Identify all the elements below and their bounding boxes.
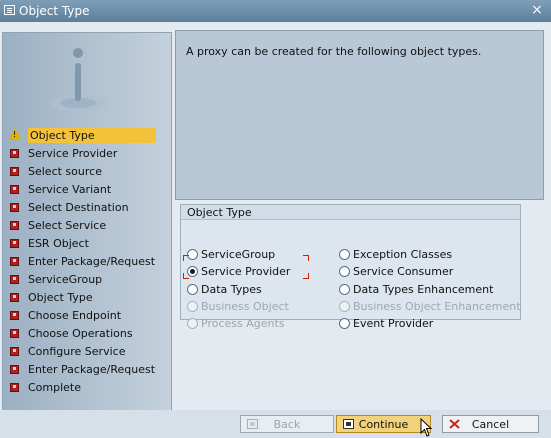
cancel-button-label: Cancel xyxy=(471,418,510,431)
sidebar-step-object-type-2[interactable]: Object Type xyxy=(7,289,157,306)
pending-step-icon xyxy=(10,329,19,338)
pending-step-icon xyxy=(10,365,19,374)
wizard-steps-sidebar: Object Type Service Provider Select sour… xyxy=(2,32,172,420)
radio-label: Process Agents xyxy=(201,317,285,330)
pending-step-icon xyxy=(10,185,19,194)
sidebar-step-configure-service[interactable]: Configure Service xyxy=(7,343,157,360)
pending-step-icon xyxy=(10,293,19,302)
sidebar-step-select-destination[interactable]: Select Destination xyxy=(7,199,157,216)
back-button[interactable]: Back xyxy=(240,415,334,433)
focus-indicator xyxy=(183,255,309,279)
continue-button-label: Continue xyxy=(358,418,409,431)
dialog-icon xyxy=(4,5,15,15)
radio-button[interactable] xyxy=(187,284,198,295)
cancel-button[interactable]: Cancel xyxy=(442,415,539,433)
continue-button[interactable]: Continue xyxy=(336,415,431,433)
radio-button[interactable] xyxy=(339,284,350,295)
sidebar-step-label: Service Variant xyxy=(28,183,112,196)
sidebar-step-label: Enter Package/Request xyxy=(28,255,156,268)
mouse-cursor-icon xyxy=(420,418,433,437)
info-panel: A proxy can be created for the following… xyxy=(175,30,544,200)
button-bar: Back Continue Cancel xyxy=(0,410,551,438)
sidebar-step-choose-operations[interactable]: Choose Operations xyxy=(7,325,157,342)
water-drop-illustration xyxy=(50,48,106,111)
radio-button-disabled xyxy=(187,301,198,312)
pending-step-icon xyxy=(10,203,19,212)
sidebar-step-servicegroup[interactable]: ServiceGroup xyxy=(7,271,157,288)
sidebar-step-object-type[interactable]: Object Type xyxy=(7,127,157,144)
dialog-body: Object Type Service Provider Select sour… xyxy=(0,22,551,438)
radio-button-disabled xyxy=(339,301,350,312)
pending-step-icon xyxy=(10,383,19,392)
sidebar-step-label: Object Type xyxy=(28,291,93,304)
sidebar-step-label: Service Provider xyxy=(28,147,118,160)
sidebar-step-label: ServiceGroup xyxy=(28,273,103,286)
sidebar-step-label: Select source xyxy=(28,165,102,178)
radio-button[interactable] xyxy=(339,249,350,260)
pending-step-icon xyxy=(10,347,19,356)
sidebar-step-select-source[interactable]: Select source xyxy=(7,163,157,180)
sidebar-step-label: ESR Object xyxy=(28,237,89,250)
pending-step-icon xyxy=(10,149,19,158)
sidebar-step-select-service[interactable]: Select Service xyxy=(7,217,157,234)
title-bar: Object Type × xyxy=(0,0,551,22)
sidebar-step-complete[interactable]: Complete xyxy=(7,379,157,396)
sidebar-step-service-variant[interactable]: Service Variant xyxy=(7,181,157,198)
window-title: Object Type xyxy=(19,4,90,18)
sidebar-step-service-provider[interactable]: Service Provider xyxy=(7,145,157,162)
sidebar-step-label: Select Destination xyxy=(28,201,129,214)
group-title: Object Type xyxy=(187,206,252,219)
warning-icon xyxy=(9,128,21,139)
back-button-label: Back xyxy=(273,418,301,431)
pending-step-icon xyxy=(10,311,19,320)
radio-label: Event Provider xyxy=(353,317,434,330)
sidebar-step-label: Configure Service xyxy=(28,345,126,358)
sidebar-step-enter-package-request[interactable]: Enter Package/Request xyxy=(7,253,157,270)
pending-step-icon xyxy=(10,167,19,176)
sidebar-step-enter-package-request-2[interactable]: Enter Package/Request xyxy=(7,361,157,378)
radio-label: Service Consumer xyxy=(353,265,454,278)
radio-button[interactable] xyxy=(339,318,350,329)
pending-step-icon xyxy=(10,257,19,266)
sidebar-step-choose-endpoint[interactable]: Choose Endpoint xyxy=(7,307,157,324)
close-icon[interactable]: × xyxy=(529,2,545,18)
pending-step-icon xyxy=(10,275,19,284)
sidebar-step-label: Enter Package/Request xyxy=(28,363,156,376)
radio-label: Exception Classes xyxy=(353,248,453,261)
sidebar-step-label: Object Type xyxy=(28,128,156,143)
sidebar-step-label: Choose Operations xyxy=(28,327,133,340)
radio-label: Data Types Enhancement xyxy=(353,283,494,296)
radio-label: Business Object xyxy=(201,300,289,313)
radio-label: Business Object Enhancement xyxy=(353,300,521,313)
pending-step-icon xyxy=(10,221,19,230)
sidebar-step-label: Complete xyxy=(28,381,82,394)
sidebar-step-label: Choose Endpoint xyxy=(28,309,122,322)
group-header: Object Type xyxy=(181,205,520,220)
info-text: A proxy can be created for the following… xyxy=(186,45,482,58)
sidebar-step-label: Select Service xyxy=(28,219,107,232)
pending-step-icon xyxy=(10,239,19,248)
radio-button[interactable] xyxy=(339,266,350,277)
radio-label: Data Types xyxy=(201,283,262,296)
sidebar-step-esr-object[interactable]: ESR Object xyxy=(7,235,157,252)
radio-button-disabled xyxy=(187,318,198,329)
